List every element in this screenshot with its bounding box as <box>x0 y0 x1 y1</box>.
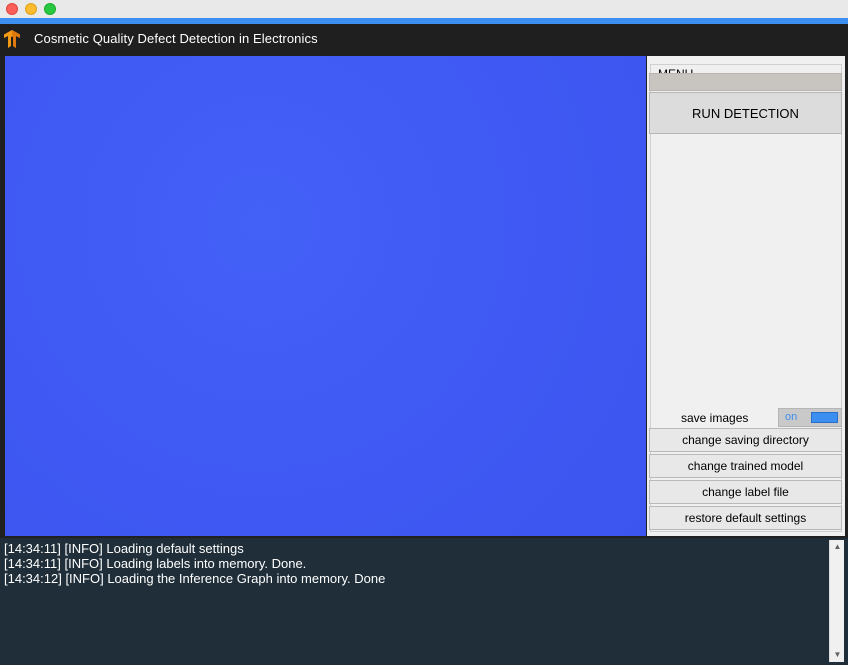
toggle-state-label: on <box>785 411 798 423</box>
log-line: [14:34:12] [INFO] Loading the Inference … <box>4 571 386 586</box>
run-detection-button[interactable]: RUN DETECTION <box>649 92 842 134</box>
log-lines: [14:34:11] [INFO] Loading default settin… <box>4 541 385 586</box>
maximize-window-button[interactable] <box>44 3 56 15</box>
scroll-up-arrow-icon[interactable]: ▲ <box>830 540 845 554</box>
change-label-file-button[interactable]: change label file <box>649 480 842 504</box>
scroll-down-arrow-icon[interactable]: ▼ <box>830 648 845 662</box>
tensorflow-logo-icon <box>4 30 20 48</box>
save-images-label: save images <box>681 411 749 425</box>
log-line: [14:34:11] [INFO] Loading labels into me… <box>4 556 307 571</box>
toggle-knob <box>811 412 838 423</box>
menu-panel: MENU RUN DETECTION save images on change… <box>647 56 845 536</box>
camera-image-viewer <box>5 56 646 536</box>
change-trained-model-button[interactable]: change trained model <box>649 454 842 478</box>
os-titlebar <box>0 0 848 18</box>
log-scrollbar[interactable]: ▲ ▼ <box>829 540 844 662</box>
log-line: [14:34:11] [INFO] Loading default settin… <box>4 541 244 556</box>
close-window-button[interactable] <box>6 3 18 15</box>
minimize-window-button[interactable] <box>25 3 37 15</box>
restore-default-settings-button[interactable]: restore default settings <box>649 506 842 530</box>
app-header: Cosmetic Quality Defect Detection in Ele… <box>0 24 848 54</box>
save-images-toggle[interactable]: on <box>778 408 842 427</box>
log-console[interactable]: [14:34:11] [INFO] Loading default settin… <box>0 538 848 665</box>
change-saving-directory-button[interactable]: change saving directory <box>649 428 842 452</box>
app-title: Cosmetic Quality Defect Detection in Ele… <box>34 31 318 46</box>
status-bar-blank <box>649 73 842 91</box>
